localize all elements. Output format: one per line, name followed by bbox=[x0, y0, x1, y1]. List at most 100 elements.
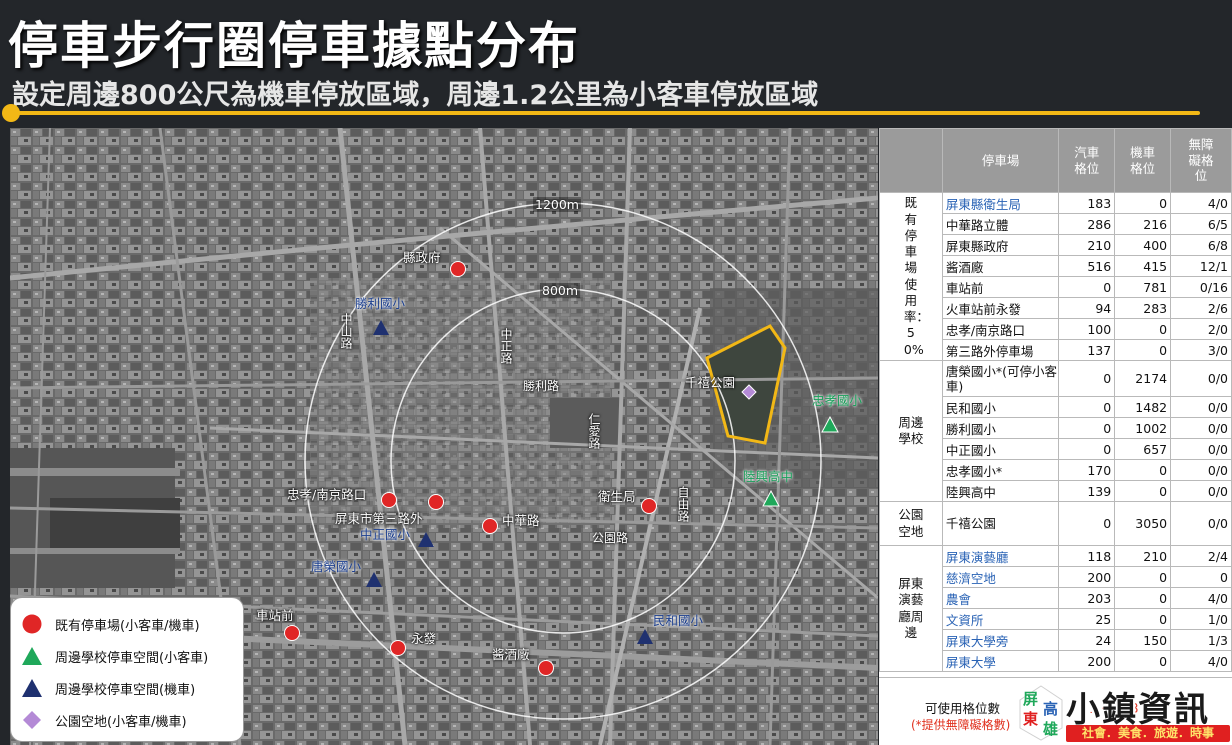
label-qian-xi: 千禧公園 bbox=[685, 375, 736, 390]
school-moto-marker-zhong-zheng[interactable] bbox=[417, 531, 435, 549]
row-moto: 0 bbox=[1114, 318, 1172, 340]
label-tang-rong: 唐榮國小 bbox=[311, 559, 362, 574]
row-name: 忠孝國小* bbox=[941, 459, 1060, 481]
row-name: 屏東縣衛生局 bbox=[941, 192, 1060, 214]
row-moto: 0 bbox=[1114, 608, 1172, 630]
row-name: 民和國小 bbox=[941, 396, 1060, 418]
navy-triangle-icon bbox=[22, 679, 42, 697]
label-chang-jiu: 酱酒廠 bbox=[492, 647, 530, 662]
label-che-zhan-qian: 車站前 bbox=[256, 608, 294, 623]
lot-marker-zhong-xiao-nanjing[interactable] bbox=[380, 491, 398, 509]
row-name: 屏東大學旁 bbox=[941, 629, 1060, 651]
lot-marker-che-zhan-qian[interactable] bbox=[283, 624, 301, 642]
row-moto: 0 bbox=[1114, 650, 1172, 672]
school-moto-marker-min-he[interactable] bbox=[636, 628, 654, 646]
row-name: 忠孝/南京路口 bbox=[941, 318, 1060, 340]
parking-table-panel: 停車場 汽車格位 機車格位 無障礙格位 既有停車場使用率：50% 屏東縣衛生局 … bbox=[879, 128, 1232, 745]
row-moto: 0 bbox=[1114, 587, 1172, 609]
row-moto: 216 bbox=[1114, 213, 1172, 235]
table-row: 既有停車場使用率：50% 屏東縣衛生局 183 0 4/0 bbox=[879, 192, 1232, 361]
lot-marker-yong-fa[interactable] bbox=[389, 639, 407, 657]
label-zhong-xiao-school: 忠孝國小 bbox=[812, 393, 863, 408]
row-accessible: 12/1 bbox=[1170, 255, 1232, 277]
page-title: 停車步行圈停車據點分布 bbox=[8, 17, 580, 75]
row-car: 200 bbox=[1058, 650, 1116, 672]
row-moto: 1482 bbox=[1114, 396, 1172, 418]
label-wei-sheng-ju: 衛生局 bbox=[598, 489, 636, 504]
title-rule-dot bbox=[2, 104, 20, 122]
row-accessible: 4/0 bbox=[1170, 192, 1232, 214]
title-rule bbox=[10, 111, 1200, 115]
logo-badge-char: 東 bbox=[1023, 710, 1039, 728]
row-car: 170 bbox=[1058, 459, 1116, 481]
row-name: 火車站前永發 bbox=[941, 297, 1060, 319]
header-car-label: 汽車格位 bbox=[1074, 144, 1100, 176]
header-name: 停車場 bbox=[941, 128, 1060, 193]
lot-marker-xian-zheng-fu[interactable] bbox=[449, 260, 467, 278]
group-label: 既有停車場使用率：50% bbox=[903, 195, 929, 357]
lot-marker-wei-sheng-ju[interactable] bbox=[640, 497, 658, 515]
footer-note: (*提供無障礙格數) bbox=[911, 718, 1011, 732]
row-accessible: 0/16 bbox=[1170, 276, 1232, 298]
group-label: 公園空地 bbox=[898, 507, 924, 539]
row-accessible: 4/0 bbox=[1170, 587, 1232, 609]
header-car: 汽車格位 bbox=[1058, 128, 1116, 193]
school-moto-marker-sheng-li[interactable] bbox=[372, 319, 390, 337]
group-schools: 周邊學校 bbox=[879, 360, 943, 502]
row-car: 0 bbox=[1058, 438, 1116, 460]
logo-badge-char: 高 bbox=[1043, 700, 1059, 718]
row-moto: 150 bbox=[1114, 629, 1172, 651]
table-header-row: 停車場 汽車格位 機車格位 無障礙格位 bbox=[879, 128, 1232, 193]
row-accessible: 0/0 bbox=[1170, 480, 1232, 502]
map-legend: 既有停車場(小客車/機車) 周邊學校停車空間(小客車) 周邊學校停車空間(機車)… bbox=[10, 597, 244, 742]
logo-main-text: 小鎮資訊 bbox=[1066, 690, 1210, 730]
row-name: 陸興高中 bbox=[941, 480, 1060, 502]
green-triangle-icon bbox=[22, 647, 42, 665]
label-zhong-xiao-nanjing: 忠孝/南京路口 bbox=[287, 487, 367, 502]
legend-row-school-moto: 周邊學校停車空間(機車) bbox=[21, 672, 233, 704]
group-label: 屏東演藝廳周邊 bbox=[898, 576, 924, 640]
lot-marker-chang-jiu[interactable] bbox=[537, 659, 555, 677]
label-sheng-li: 勝利國小 bbox=[355, 296, 406, 311]
logo-badge-char: 屏 bbox=[1023, 690, 1039, 708]
school-car-marker-zhong-xiao[interactable] bbox=[821, 416, 839, 434]
table-row: 周邊學校 唐榮國小*(可停小客車) 0 2174 0/0 bbox=[879, 360, 1232, 502]
road-label-zhongzheng: 中正路 bbox=[499, 328, 513, 364]
school-car-marker-lu-xing[interactable] bbox=[762, 490, 780, 508]
parking-table: 停車場 汽車格位 機車格位 無障礙格位 既有停車場使用率：50% 屏東縣衛生局 … bbox=[879, 128, 1232, 672]
lot-marker-di-san-lu[interactable] bbox=[427, 493, 445, 511]
page-subtitle: 設定周邊800公尺為機車停放區域，周邊1.2公里為小客車停放區域 bbox=[12, 80, 819, 111]
row-moto: 2174 bbox=[1114, 360, 1172, 397]
row-car: 25 bbox=[1058, 608, 1116, 630]
table-row: 屏東演藝廳周邊 屏東演藝廳 118 210 2/4 bbox=[879, 545, 1232, 672]
legend-label: 周邊學校停車空間(機車) bbox=[55, 682, 196, 698]
road-label-gongyuan: 公園路 bbox=[592, 531, 629, 545]
lot-marker-zhong-hua-lu[interactable] bbox=[481, 517, 499, 535]
road-label-zhongshan: 中山路 bbox=[339, 313, 353, 349]
row-name: 屏東縣政府 bbox=[941, 234, 1060, 256]
row-accessible: 2/0 bbox=[1170, 318, 1232, 340]
row-name: 中正國小 bbox=[941, 438, 1060, 460]
row-accessible: 6/8 bbox=[1170, 234, 1232, 256]
purple-diamond-icon bbox=[23, 711, 41, 729]
row-accessible: 0 bbox=[1170, 566, 1232, 588]
school-moto-marker-tang-rong[interactable] bbox=[365, 571, 383, 589]
row-accessible: 0/0 bbox=[1170, 417, 1232, 439]
ring-outer-label: 1200m bbox=[533, 197, 581, 212]
row-car: 200 bbox=[1058, 566, 1116, 588]
row-name: 唐榮國小*(可停小客車) bbox=[941, 360, 1060, 397]
row-name: 勝利國小 bbox=[941, 417, 1060, 439]
row-moto: 1002 bbox=[1114, 417, 1172, 439]
satellite-map[interactable]: 1200m 800m 縣政府 勝利國小 千禧公園 忠孝國小 陸興高中 忠孝/南京… bbox=[10, 128, 878, 745]
row-car: 203 bbox=[1058, 587, 1116, 609]
park-marker-qian-xi[interactable] bbox=[741, 384, 757, 400]
row-moto: 415 bbox=[1114, 255, 1172, 277]
row-name: 慈濟空地 bbox=[941, 566, 1060, 588]
row-moto: 0 bbox=[1114, 480, 1172, 502]
row-name: 酱酒廠 bbox=[941, 255, 1060, 277]
legend-row-park: 公園空地(小客車/機車) bbox=[21, 704, 233, 736]
row-accessible: 0/0 bbox=[1170, 360, 1232, 397]
row-accessible: 0/0 bbox=[1170, 396, 1232, 418]
label-di-san-lu: 屏東市第三路外 bbox=[335, 511, 423, 526]
road-label-renai: 仁愛路 bbox=[587, 413, 601, 449]
